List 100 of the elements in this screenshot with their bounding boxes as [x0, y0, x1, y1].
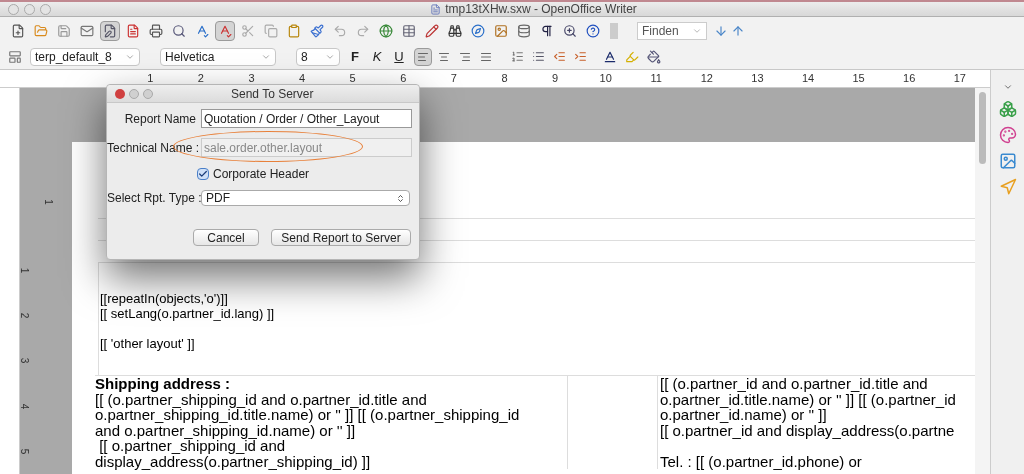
- help-icon: [586, 23, 600, 38]
- align-left-icon: [417, 50, 429, 63]
- report-name-field[interactable]: Quotation / Order / Other_Layout: [201, 109, 412, 128]
- open-icon: [34, 23, 48, 38]
- technical-name-field[interactable]: sale.order.other.layout: [201, 138, 412, 157]
- find-previous-icon[interactable]: [731, 23, 745, 38]
- new-icon: [11, 23, 25, 38]
- ruler-number: 4: [298, 71, 307, 87]
- ruler-number: 1: [18, 267, 32, 274]
- align-right-icon: [459, 50, 471, 63]
- sidebar-menu-icon[interactable]: [1002, 82, 1013, 92]
- find-field[interactable]: Finden: [637, 21, 707, 40]
- template-text-line: o.partner_shipping_id.title.name) or '' ]] [[ (o.partner_shipping_id: [95, 407, 521, 423]
- checkbox-label: Corporate Header: [213, 166, 310, 183]
- save-icon: [57, 23, 71, 38]
- ruler-number: 3: [18, 358, 32, 364]
- window-title: tmp13tXHw.sxw - OpenOffice Writer: [445, 1, 637, 18]
- template-text-line: and o.partner_shipping_id.name) or '' ]]: [95, 422, 357, 438]
- spell-icon: [195, 23, 209, 38]
- ruler-number: 7: [449, 71, 458, 87]
- styles-icon[interactable]: [998, 126, 1017, 144]
- field-label: Select Rpt. Type :: [107, 190, 199, 207]
- ruler-number: 1: [146, 71, 155, 87]
- template-text-line: [[ o.partner_shipping_id and: [98, 438, 286, 454]
- ruler-number: 11: [649, 71, 663, 87]
- toolbar-grip[interactable]: [610, 22, 618, 39]
- copy-icon: [264, 23, 278, 38]
- combo-value: Helvetica: [164, 48, 216, 66]
- template-text-line: [[ (o.partner_id and o.partner_id.title and: [660, 376, 929, 392]
- format-button[interactable]: U: [392, 46, 406, 67]
- database-icon: [517, 23, 531, 38]
- ruler-number: 17: [952, 71, 967, 87]
- document-icon: [430, 3, 442, 15]
- draw-icon: [425, 23, 439, 38]
- template-text-line: [[ (o.partner_shipping_id and o.partner_id.title and: [95, 391, 428, 407]
- toolbar-button[interactable]: [100, 20, 120, 41]
- select-arrows-icon: [396, 193, 405, 203]
- ruler-number: 4: [18, 403, 32, 409]
- font-size-field[interactable]: 8: [296, 47, 340, 66]
- ruler-number: 2: [18, 313, 32, 319]
- field-label: Report Name: [123, 110, 197, 128]
- field-label: Technical Name :: [107, 139, 199, 157]
- ruler-number: 15: [851, 71, 866, 87]
- template-text-line: o.partner_id.name) or '' ]]: [660, 407, 828, 423]
- mail-icon: [80, 23, 94, 38]
- paste-icon: [287, 23, 301, 38]
- ruler-number: 10: [598, 71, 613, 87]
- template-text-line: display_address(o.partner_shipping_id) ]]: [95, 453, 372, 469]
- styles-icon[interactable]: [8, 49, 22, 64]
- compass-icon: [471, 23, 485, 38]
- format-button[interactable]: F: [348, 46, 362, 67]
- template-text-line: [[ setLang(o.partner_id.lang) ]]: [100, 306, 276, 321]
- edit-icon: [103, 23, 117, 38]
- numbering-icon[interactable]: [511, 50, 524, 63]
- template-text-line: [[repeatIn(objects,'o')]]: [100, 291, 229, 306]
- template-text-line: [[ 'other layout' ]]: [100, 336, 196, 351]
- ruler-number: 8: [500, 71, 509, 87]
- align-justify-icon: [480, 50, 492, 63]
- find-next-icon[interactable]: [714, 23, 728, 38]
- autospell-icon: [218, 23, 232, 38]
- ruler-number: 6: [399, 71, 408, 87]
- pilcrow-icon: [540, 23, 554, 38]
- binoculars-icon: [448, 23, 462, 38]
- ruler-number: 5: [18, 448, 32, 455]
- close-icon[interactable]: [115, 88, 125, 99]
- section-heading: Shipping address :: [95, 376, 231, 392]
- bullets-icon[interactable]: [532, 50, 545, 63]
- scrollbar-thumb[interactable]: [979, 92, 986, 164]
- dialog-button[interactable]: Cancel: [193, 229, 259, 246]
- image-icon: [494, 23, 508, 38]
- dialog-button[interactable]: Send Report to Server: [271, 229, 411, 246]
- ruler-number: 9: [551, 71, 560, 87]
- template-text-line: [[ o.partner_id and display_address(o.partne: [660, 422, 956, 438]
- brush-icon: [310, 23, 324, 38]
- increase-indent-icon[interactable]: [574, 50, 587, 63]
- font-color-icon[interactable]: [603, 49, 617, 64]
- paragraph-style-field[interactable]: terp_default_8: [30, 47, 140, 66]
- navigator-icon[interactable]: [998, 178, 1017, 196]
- redo-icon: [356, 23, 370, 38]
- dialog-title: Send To Server: [231, 85, 314, 103]
- background-color-icon[interactable]: [647, 49, 661, 64]
- align-center-icon: [438, 50, 450, 63]
- ruler-number: 12: [699, 71, 714, 87]
- gallery-icon[interactable]: [998, 152, 1017, 170]
- table-icon: [402, 23, 416, 38]
- undo-icon: [333, 23, 347, 38]
- report-type-select[interactable]: PDF: [201, 190, 410, 206]
- ruler-number: 2: [196, 71, 205, 87]
- ruler-number: 5: [348, 71, 357, 87]
- ruler-number: 1: [41, 199, 55, 205]
- checkbox[interactable]: [197, 168, 209, 180]
- cut-icon: [241, 23, 255, 38]
- decrease-indent-icon[interactable]: [553, 50, 566, 63]
- font-name-field[interactable]: Helvetica: [160, 47, 276, 66]
- print-icon: [149, 23, 163, 38]
- align-button[interactable]: [414, 47, 432, 66]
- format-button[interactable]: K: [370, 46, 384, 67]
- ruler-number: 13: [750, 71, 765, 87]
- ruler-number: 3: [247, 71, 256, 87]
- preview-icon: [172, 23, 186, 38]
